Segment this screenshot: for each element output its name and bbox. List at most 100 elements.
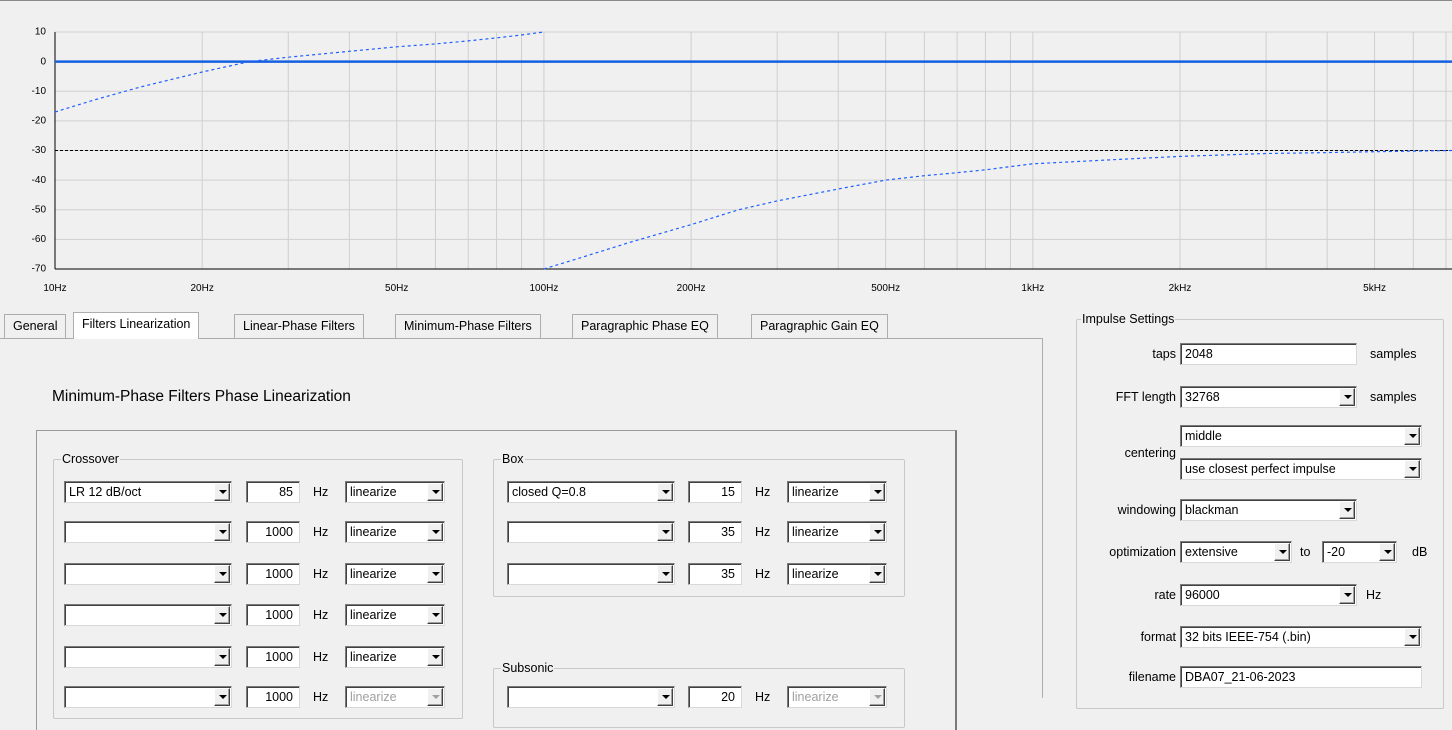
chevron-down-icon[interactable] [427, 483, 443, 501]
chevron-down-icon[interactable] [869, 483, 885, 501]
fft-length-value: 32768 [1185, 390, 1220, 404]
box-mode-select[interactable]: linearize [787, 563, 887, 585]
chevron-down-icon[interactable] [427, 648, 443, 666]
chevron-down-icon[interactable] [427, 565, 443, 583]
subsonic-mode-select[interactable]: linearize [787, 686, 887, 708]
crossover-mode-select[interactable]: linearize [345, 521, 445, 543]
chevron-down-icon[interactable] [214, 565, 230, 583]
crossover-frequency-input[interactable]: 85 [246, 481, 300, 503]
box-type-select[interactable]: closed Q=0.8 [507, 481, 675, 503]
chevron-down-icon[interactable] [657, 565, 673, 583]
box-mode-select[interactable]: linearize [787, 521, 887, 543]
box-hz-label: Hz [755, 525, 771, 539]
crossover-type-select[interactable] [64, 563, 232, 585]
chevron-down-icon[interactable] [214, 483, 230, 501]
x-tick-label: 5kHz [1363, 283, 1386, 294]
chevron-down-icon[interactable] [214, 688, 230, 706]
crossover-mode-select[interactable]: linearize [345, 563, 445, 585]
tab-linear-phase-filters[interactable]: Linear-Phase Filters [234, 314, 364, 338]
box-mode-value: linearize [792, 567, 839, 581]
windowing-select[interactable]: blackman [1180, 499, 1357, 521]
tab-filters-linearization[interactable]: Filters Linearization [73, 312, 200, 339]
chevron-down-icon[interactable] [214, 648, 230, 666]
rate-label: rate [1154, 588, 1176, 602]
rate-select[interactable]: 96000 [1180, 584, 1357, 606]
crossover-mode-value: linearize [350, 650, 397, 664]
chevron-down-icon[interactable] [869, 565, 885, 583]
y-tick-label: -50 [32, 204, 47, 215]
box-type-select[interactable] [507, 521, 675, 543]
chevron-down-icon[interactable] [1404, 628, 1420, 646]
crossover-group-label: Crossover [61, 451, 120, 467]
crossover-hz-label: Hz [313, 567, 329, 581]
box-frequency-input[interactable]: 15 [688, 481, 742, 503]
crossover-mode-select[interactable]: linearize [345, 686, 445, 708]
chevron-down-icon[interactable] [1339, 388, 1355, 406]
crossover-hz-label: Hz [313, 650, 329, 664]
optimization-select[interactable]: extensive [1180, 541, 1292, 563]
box-type-value: closed Q=0.8 [512, 485, 587, 499]
crossover-type-select[interactable] [64, 686, 232, 708]
chevron-down-icon[interactable] [869, 688, 885, 706]
crossover-frequency-input[interactable]: 1000 [246, 563, 300, 585]
tab-minimum-phase-filters[interactable]: Minimum-Phase Filters [395, 314, 541, 338]
chevron-down-icon[interactable] [1404, 460, 1420, 478]
crossover-hz-label: Hz [313, 690, 329, 704]
centering-select[interactable]: middle [1180, 425, 1422, 447]
chevron-down-icon[interactable] [214, 606, 230, 624]
box-mode-select[interactable]: linearize [787, 481, 887, 503]
chevron-down-icon[interactable] [214, 523, 230, 541]
crossover-mode-select[interactable]: linearize [345, 646, 445, 668]
crossover-type-select[interactable]: LR 12 dB/oct [64, 481, 232, 503]
phase-chart-svg: 10 0 -10 -20 -30 -40 -50 -60 -70 10Hz 20Hz 50Hz 100H… [32, 27, 1452, 294]
subsonic-hz-label: Hz [755, 690, 771, 704]
crossover-mode-select[interactable]: linearize [345, 481, 445, 503]
x-tick-label: 500Hz [871, 283, 900, 294]
box-frequency-input[interactable]: 35 [688, 521, 742, 543]
subsonic-group-label: Subsonic [501, 660, 555, 676]
box-frequency-input[interactable]: 35 [688, 563, 742, 585]
crossover-frequency-input[interactable]: 1000 [246, 604, 300, 626]
chevron-down-icon[interactable] [1379, 543, 1395, 561]
box-type-select[interactable] [507, 563, 675, 585]
tab-paragraphic-phase-eq[interactable]: Paragraphic Phase EQ [572, 314, 718, 338]
chevron-down-icon[interactable] [1339, 586, 1355, 604]
y-tick-label: -10 [32, 86, 47, 97]
crossover-frequency-input[interactable]: 1000 [246, 686, 300, 708]
box-hz-label: Hz [755, 485, 771, 499]
subsonic-type-select[interactable] [507, 686, 675, 708]
crossover-frequency-input[interactable]: 1000 [246, 646, 300, 668]
subsonic-mode-value: linearize [792, 690, 839, 704]
rate-value: 96000 [1185, 588, 1220, 602]
chevron-down-icon[interactable] [427, 523, 443, 541]
y-tick-label: -70 [32, 264, 47, 275]
tab-paragraphic-gain-eq[interactable]: Paragraphic Gain EQ [751, 314, 888, 338]
format-select[interactable]: 32 bits IEEE-754 (.bin) [1180, 626, 1422, 648]
chevron-down-icon[interactable] [657, 483, 673, 501]
optimization-db-select[interactable]: -20 [1322, 541, 1397, 563]
chevron-down-icon[interactable] [1339, 501, 1355, 519]
fft-length-label: FFT length [1115, 390, 1176, 404]
crossover-type-select[interactable] [64, 521, 232, 543]
windowing-value: blackman [1185, 503, 1239, 517]
chevron-down-icon[interactable] [657, 523, 673, 541]
crossover-type-select[interactable] [64, 646, 232, 668]
crossover-mode-value: linearize [350, 525, 397, 539]
fft-length-select[interactable]: 32768 [1180, 386, 1357, 408]
chevron-down-icon[interactable] [869, 523, 885, 541]
crossover-frequency-input[interactable]: 1000 [246, 521, 300, 543]
filename-input[interactable]: DBA07_21-06-2023 [1180, 666, 1422, 688]
crossover-mode-select[interactable]: linearize [345, 604, 445, 626]
tab-general[interactable]: General [4, 314, 67, 338]
subsonic-frequency-input[interactable]: 20 [688, 686, 742, 708]
chevron-down-icon[interactable] [427, 688, 443, 706]
crossover-type-select[interactable] [64, 604, 232, 626]
chevron-down-icon[interactable] [427, 606, 443, 624]
chevron-down-icon[interactable] [657, 688, 673, 706]
taps-unit: samples [1370, 347, 1417, 361]
y-tick-label: 10 [35, 27, 47, 38]
chevron-down-icon[interactable] [1274, 543, 1290, 561]
impulse-mode-select[interactable]: use closest perfect impulse [1180, 458, 1422, 480]
taps-input[interactable]: 2048 [1180, 343, 1357, 365]
chevron-down-icon[interactable] [1404, 427, 1420, 445]
